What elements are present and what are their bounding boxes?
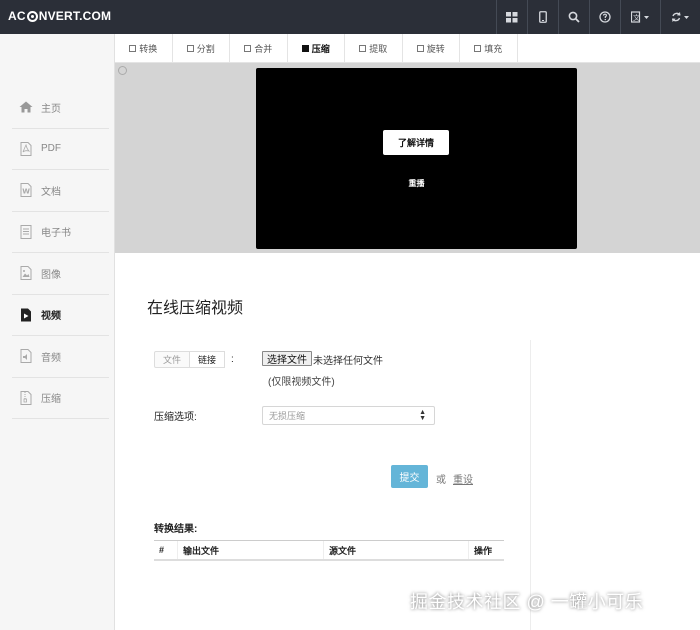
sidebar-item-label: 主页 — [41, 103, 61, 115]
tab-merge[interactable]: 合并 — [230, 34, 288, 63]
video-only-hint: (仅限视频文件) — [268, 377, 335, 388]
column-header-output: 输出文件 — [178, 541, 324, 559]
sidebar-item-label: 压缩 — [41, 394, 61, 406]
search-icon — [568, 11, 580, 23]
logo-text-left: AC — [8, 9, 26, 23]
sidebar-item-label: 音频 — [41, 352, 61, 364]
grid-menu-button[interactable] — [496, 0, 527, 34]
source-file-option[interactable]: 文件 — [154, 351, 191, 368]
mobile-icon — [539, 11, 547, 23]
tab-label: 转换 — [139, 44, 158, 54]
sidebar-item-audio[interactable]: 音频 — [12, 336, 109, 378]
video-icon — [18, 307, 34, 323]
checkbox-icon — [301, 45, 309, 52]
tab-rotate[interactable]: 旋转 — [403, 34, 460, 63]
no-file-text: 未选择任何文件 — [313, 356, 383, 367]
tab-split[interactable]: 分割 — [173, 34, 230, 63]
video-player[interactable]: 了解详情 重播 — [256, 68, 577, 249]
language-button[interactable]: 文 — [620, 0, 660, 34]
refresh-button[interactable] — [660, 0, 700, 34]
column-header-source: 源文件 — [324, 541, 469, 559]
tab-pad[interactable]: 填充 — [460, 34, 518, 63]
help-button[interactable] — [589, 0, 620, 34]
choose-file-button[interactable]: 选择文件 — [262, 351, 312, 366]
tab-label: 提取 — [369, 44, 388, 54]
tab-label: 旋转 — [426, 44, 445, 54]
results-table: # 输出文件 源文件 操作 — [154, 540, 504, 561]
help-icon — [599, 11, 611, 23]
results-label: 转换结果: — [154, 524, 198, 535]
column-header-action: 操作 — [474, 545, 493, 556]
sidebar-item-label: 图像 — [41, 269, 61, 281]
tab-label: 合并 — [254, 44, 273, 54]
logo-text-right: NVERT.COM — [38, 9, 112, 23]
refresh-icon — [671, 12, 689, 22]
grid-icon — [506, 11, 518, 22]
archive-icon — [18, 390, 34, 406]
logo-gear-icon — [26, 10, 38, 22]
top-bar: AC NVERT.COM 文 — [0, 0, 700, 34]
site-logo[interactable]: AC NVERT.COM — [8, 9, 111, 23]
checkbox-icon — [359, 45, 367, 52]
sidebar-item-home[interactable]: 主页 — [12, 87, 109, 129]
top-toolbar: 文 — [496, 0, 700, 34]
sidebar-item-document[interactable]: W 文档 — [12, 170, 109, 212]
sidebar-item-image[interactable]: 图像 — [12, 253, 109, 295]
checkbox-icon — [244, 45, 252, 52]
tab-convert[interactable]: 转换 — [115, 34, 173, 63]
sidebar-item-ebook[interactable]: 电子书 — [12, 212, 109, 253]
audio-icon — [18, 348, 34, 364]
watermark: 掘金技术社区 @ 一罐小可乐 — [410, 592, 644, 612]
tab-extract[interactable]: 提取 — [345, 34, 403, 63]
submit-button[interactable]: 提交 — [391, 465, 428, 488]
svg-text:W: W — [22, 188, 30, 196]
column-divider — [530, 340, 531, 630]
source-toggle: 文件 链接 : — [154, 351, 234, 368]
tool-tabs: 转换 分割 合并 压缩 提取 旋转 填充 — [115, 34, 700, 63]
sidebar-item-video[interactable]: 视频 — [12, 295, 109, 336]
image-icon — [18, 265, 34, 281]
column-header-index: # — [154, 541, 178, 559]
ebook-icon — [18, 224, 34, 240]
checkbox-icon — [474, 45, 482, 52]
checkbox-icon — [129, 45, 137, 52]
language-icon: 文 — [630, 11, 649, 23]
mobile-button[interactable] — [527, 0, 558, 34]
tab-label: 分割 — [196, 44, 215, 54]
source-link-option[interactable]: 链接 — [190, 351, 226, 368]
checkbox-icon — [416, 45, 424, 52]
compress-options-select[interactable]: 无损压缩 ▲ ▼ — [262, 406, 435, 425]
source-colon: : — [231, 354, 234, 365]
search-button[interactable] — [558, 0, 589, 34]
pdf-icon — [18, 141, 34, 157]
checkbox-icon — [186, 45, 194, 52]
select-arrows-icon: ▲ ▼ — [419, 409, 426, 422]
compress-selected-value: 无损压缩 — [269, 411, 306, 421]
settings-icon[interactable] — [118, 66, 127, 75]
reset-link[interactable]: 重设 — [453, 471, 473, 486]
page-title: 在线压缩视频 — [147, 300, 244, 317]
sidebar-item-label: 电子书 — [41, 228, 71, 240]
document-icon: W — [18, 182, 34, 198]
tab-label: 填充 — [484, 44, 503, 54]
home-icon — [18, 99, 34, 115]
sidebar-item-pdf[interactable]: PDF — [12, 129, 109, 170]
replay-button[interactable]: 重播 — [256, 178, 577, 189]
sidebar: 主页 PDF W 文档 电子书 图像 视频 音频 压缩 — [0, 34, 115, 630]
sidebar-item-archive[interactable]: 压缩 — [12, 378, 109, 419]
sidebar-item-label: 文档 — [41, 186, 61, 198]
sidebar-list: 主页 PDF W 文档 电子书 图像 视频 音频 压缩 — [12, 87, 109, 419]
tab-label: 压缩 — [311, 44, 330, 54]
svg-text:文: 文 — [633, 13, 640, 22]
or-text: 或 — [436, 475, 446, 486]
tab-compress[interactable]: 压缩 — [288, 34, 345, 63]
results-header-row: # 输出文件 源文件 操作 — [154, 541, 504, 561]
sidebar-item-label: 视频 — [41, 311, 61, 323]
learn-more-button[interactable]: 了解详情 — [383, 130, 449, 155]
compress-options-label: 压缩选项: — [154, 412, 197, 423]
sidebar-item-label: PDF — [41, 143, 61, 155]
